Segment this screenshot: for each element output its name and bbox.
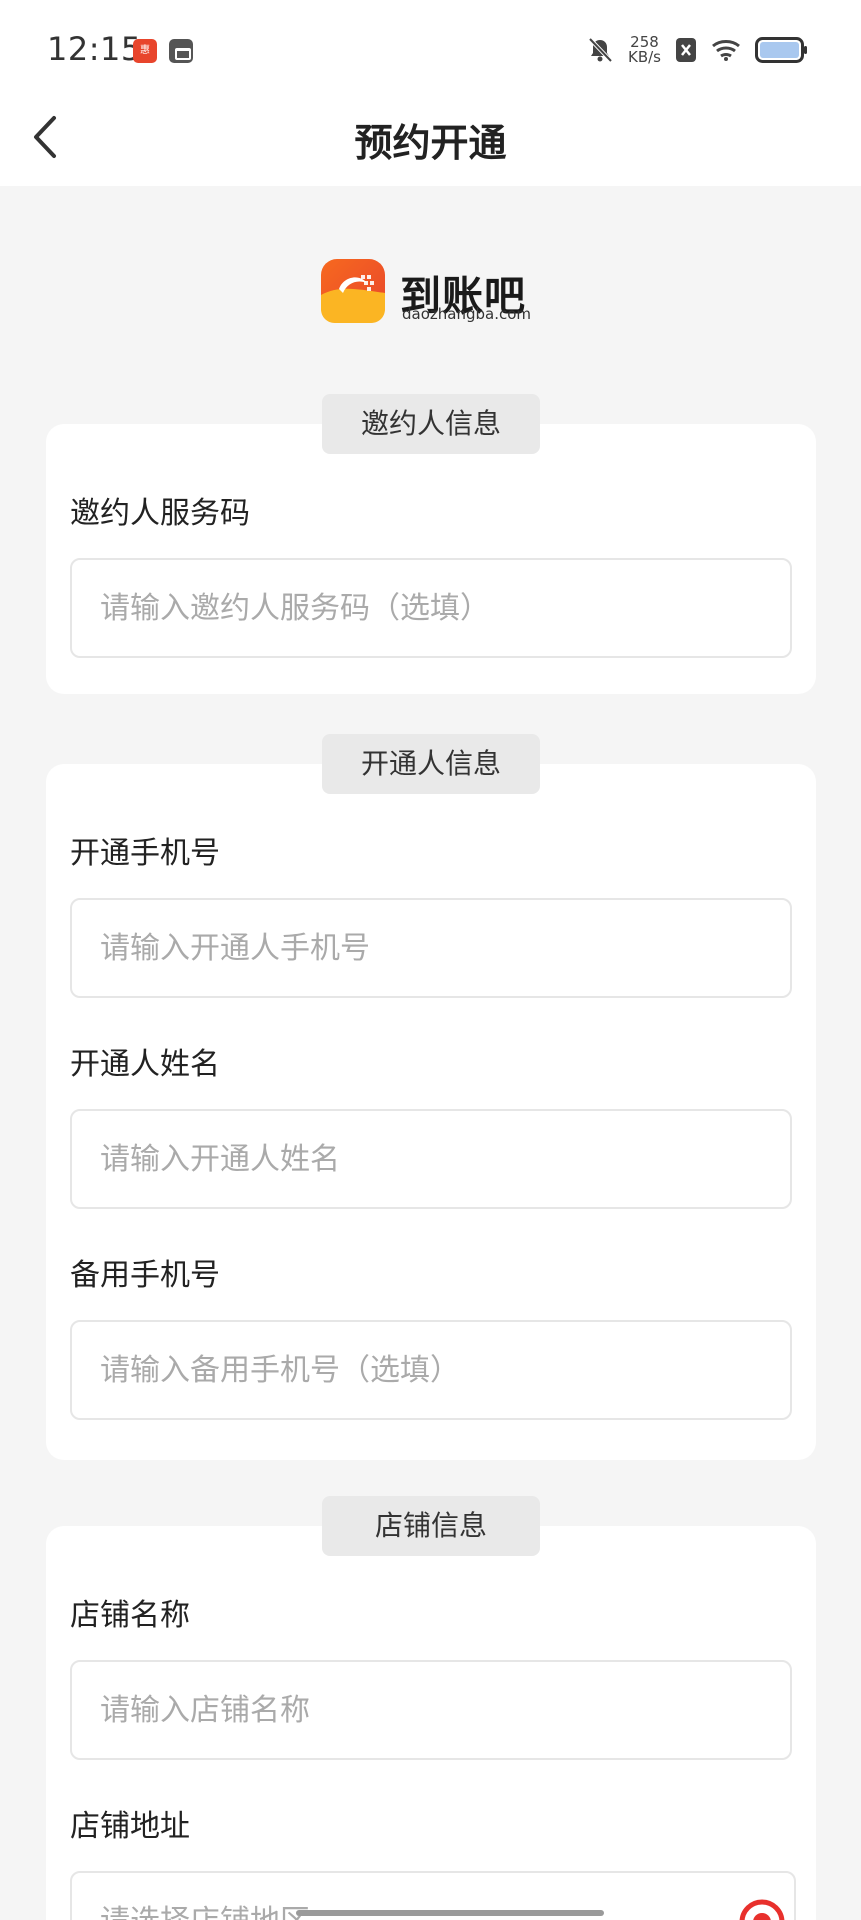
network-speed: 258 KB/s [628, 35, 661, 65]
status-time: 12:15 [47, 30, 142, 68]
network-speed-unit: KB/s [628, 48, 661, 66]
page-title: 预约开通 [354, 121, 507, 165]
wifi-icon [712, 40, 740, 61]
store-name-label: 店铺名称 [70, 1598, 190, 1633]
status-icons: 258 KB/s [586, 32, 809, 68]
location-pin-icon[interactable] [738, 1898, 786, 1920]
opener-name-label: 开通人姓名 [70, 1047, 220, 1082]
app-notification-icon: 惠 [133, 39, 157, 63]
section-tag-opener: 开通人信息 [322, 734, 540, 794]
opener-phone-label: 开通手机号 [70, 836, 220, 871]
opener-name-input[interactable] [70, 1109, 792, 1209]
opener-phone-input[interactable] [70, 898, 792, 998]
brand-logo: 到账吧 daozhangba.com [318, 258, 548, 328]
store-address-label: 店铺地址 [70, 1809, 190, 1844]
backup-phone-input[interactable] [70, 1320, 792, 1420]
section-tag-inviter: 邀约人信息 [322, 394, 540, 454]
bell-muted-icon [588, 37, 613, 63]
home-indicator[interactable] [296, 1910, 604, 1916]
store-name-input[interactable] [70, 1660, 792, 1760]
inviter-code-label: 邀约人服务码 [70, 496, 250, 531]
brand-domain: daozhangba.com [402, 305, 532, 323]
top-bar: 12:15 惠 258 KB/s 预约开通 [0, 0, 861, 186]
sim-off-icon [676, 38, 696, 62]
backup-phone-label: 备用手机号 [70, 1258, 220, 1293]
status-bar: 12:15 惠 258 KB/s [0, 0, 861, 100]
brand-logo-mark-icon [321, 259, 385, 323]
battery-icon [755, 37, 807, 63]
inviter-code-input[interactable] [70, 558, 792, 658]
section-tag-store: 店铺信息 [322, 1496, 540, 1556]
inbox-notification-icon [169, 39, 193, 63]
